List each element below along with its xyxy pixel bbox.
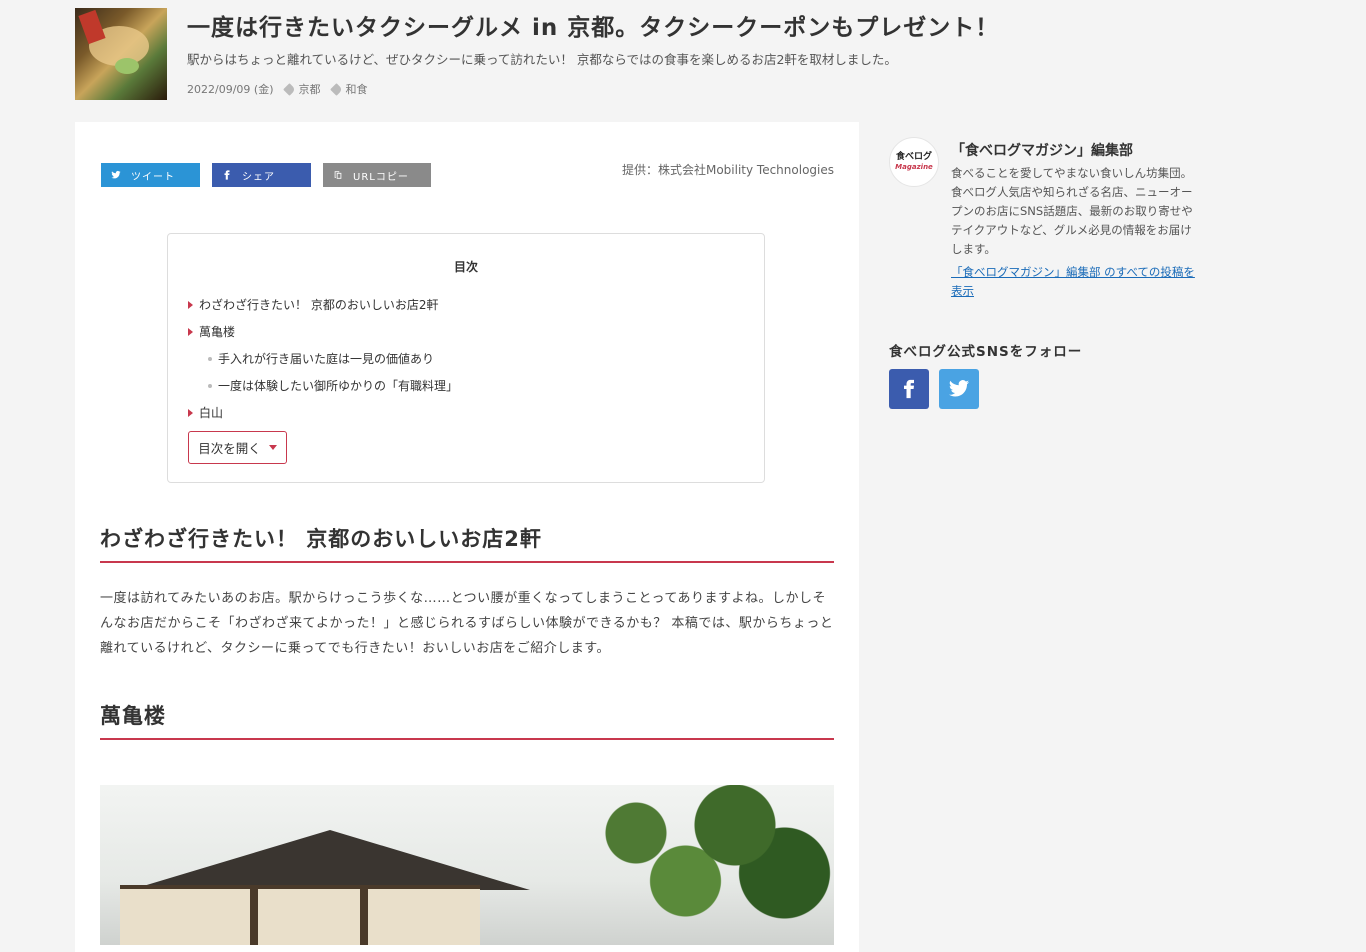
section-heading: 萬亀楼 [100,700,834,740]
author-posts-link[interactable]: 「食べログマガジン」編集部 のすべての投稿を表示 [951,263,1196,301]
article-meta: 2022/09/09 (金) 京都 和食 [187,81,367,97]
toc-toggle-button[interactable]: 目次を開く [188,431,287,464]
article-subtitle: 駅からはちょっと離れているけど、ぜひタクシーに乗って訪れたい！ 京都ならではの食… [187,52,897,67]
author-name: 「食べログマガジン」編集部 [951,143,1133,159]
caret-down-icon [268,445,277,450]
dot-bullet-icon [208,383,212,388]
article-body: ツイート シェア URLコピー 提供：株式会社Mobility Technolo… [75,122,859,952]
restaurant-photo [100,785,834,945]
twitter-follow-button[interactable] [939,369,979,409]
article-title: 一度は行きたいタクシーグルメ in 京都。タクシークーポンもプレゼント！ [187,15,1000,41]
dot-bullet-icon [208,356,212,361]
author-description: 食べることを愛してやまない食いしん坊集団。食べログ人気店や知られざる名店、ニュー… [951,166,1193,256]
author-avatar[interactable]: 食べログ Magazine [889,137,939,187]
copy-icon [334,171,342,179]
tag-washoku[interactable]: 和食 [330,81,367,97]
triangle-bullet-icon [188,408,193,417]
url-copy-button[interactable]: URLコピー [323,163,431,187]
tag-icon [283,82,297,96]
twitter-icon [111,170,121,179]
sns-follow-title: 食べログ公式SNSをフォロー [889,344,1083,360]
facebook-icon [904,379,914,399]
provider-credit: 提供：株式会社Mobility Technologies [621,163,834,177]
tag-kyoto[interactable]: 京都 [283,81,320,97]
article-date: 2022/09/09 (金) [187,83,274,96]
toc-item[interactable]: わざわざ行きたい！ 京都のおいしいお店2軒 [188,291,458,318]
twitter-icon [948,380,970,397]
tweet-button[interactable]: ツイート [101,163,200,187]
toc-item[interactable]: 萬亀楼 [188,318,458,345]
facebook-share-button[interactable]: シェア [212,163,311,187]
section-heading: わざわざ行きたい！ 京都のおいしいお店2軒 [100,523,834,563]
facebook-follow-button[interactable] [889,369,929,409]
toc-item[interactable]: 白山 [188,399,458,426]
facebook-icon [224,170,230,180]
section-paragraph: 一度は訪れてみたいあのお店。駅からけっこう歩くな……とつい腰が重くなってしまうこ… [100,591,834,656]
article-thumbnail[interactable] [75,8,167,100]
tag-icon [330,82,344,96]
article-header: 一度は行きたいタクシーグルメ in 京都。タクシークーポンもプレゼント！ 駅から… [75,8,1275,108]
toc-list: わざわざ行きたい！ 京都のおいしいお店2軒 萬亀楼 手入れが行き届いた庭は一見の… [188,291,458,426]
table-of-contents: 目次 わざわざ行きたい！ 京都のおいしいお店2軒 萬亀楼 手入れが行き届いた庭は… [167,233,765,483]
share-buttons: ツイート シェア URLコピー [101,163,431,187]
toc-subitem[interactable]: 手入れが行き届いた庭は一見の価値あり [188,345,458,372]
sns-follow-buttons [889,369,979,409]
triangle-bullet-icon [188,327,193,336]
toc-title: 目次 [453,260,478,274]
toc-subitem[interactable]: 一度は体験したい御所ゆかりの「有職料理」 [188,372,458,399]
triangle-bullet-icon [188,300,193,309]
